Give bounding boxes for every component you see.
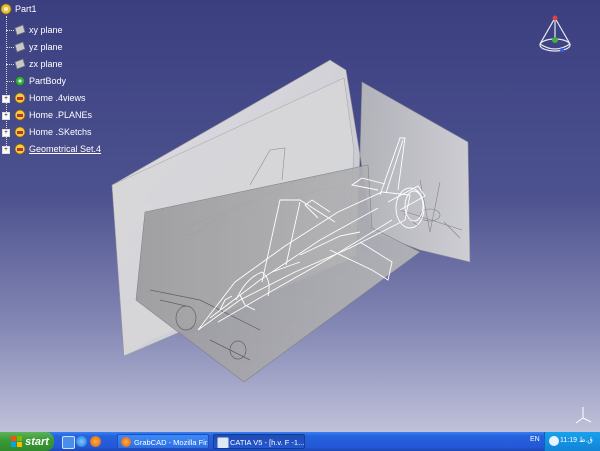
3d-viewport[interactable]: Part1 xy plane yz plane zx plane PartBod… [0,0,600,432]
compass-icon[interactable] [532,14,578,60]
tree-item-label: Geometrical Set.4 [29,144,102,154]
tree-item-home-planes[interactable]: Home .PLANEs [14,108,92,122]
task-label: CATIA V5 - [h.v. F -1.... [230,438,305,447]
tree-item-home-4views[interactable]: Home .4views [14,91,86,105]
tree-item-label: Home .4views [29,93,86,103]
firefox-icon [121,437,131,447]
tree-item-partbody[interactable]: PartBody [14,74,66,88]
tree-item-label: Home .PLANEs [29,110,93,120]
expand-icon[interactable]: + [2,95,10,103]
show-desktop-icon[interactable] [62,436,75,449]
tree-item-xy-plane[interactable]: xy plane [14,23,63,37]
start-button[interactable]: start [0,432,54,451]
plane-icon [14,41,26,53]
geometrical-set-icon [14,143,26,155]
taskbar: start GrabCAD - Mozilla Fir... CATIA V5 … [0,432,600,451]
expand-icon[interactable]: + [2,112,10,120]
expand-icon[interactable]: + [2,146,10,154]
tree-item-label: yz plane [29,42,63,52]
task-label: GrabCAD - Mozilla Fir... [134,438,209,447]
tray-app-icon[interactable] [549,436,559,446]
tree-item-home-sketchs[interactable]: Home .SKetchs [14,125,92,139]
gear-body-icon [15,76,25,86]
geometrical-set-icon [14,92,26,104]
geometrical-set-icon [14,126,26,138]
tree-item-label: PartBody [29,76,67,86]
taskbar-button-firefox[interactable]: GrabCAD - Mozilla Fir... [117,434,209,449]
plane-icon [14,24,26,36]
tree-root-part[interactable]: Part1 [0,2,37,16]
windows-flag-icon [11,436,23,447]
system-tray: 11:19 ق.ظ [544,432,600,451]
tree-root-label: Part1 [15,4,37,14]
plane-icon [14,58,26,70]
geometrical-set-icon [14,109,26,121]
tree-item-label: Home .SKetchs [29,127,92,137]
tree-item-geometrical-set-4[interactable]: Geometrical Set.4 [14,142,101,156]
3d-scene[interactable] [0,0,600,432]
language-indicator[interactable]: EN [530,436,540,443]
catia-icon [217,437,229,448]
internet-explorer-icon[interactable] [76,436,87,447]
taskbar-button-catia[interactable]: CATIA V5 - [h.v. F -1.... [213,434,305,449]
expand-icon[interactable]: + [2,129,10,137]
part-icon [0,3,12,15]
tree-item-label: xy plane [29,25,63,35]
tree-item-label: zx plane [29,59,63,69]
tree-item-zx-plane[interactable]: zx plane [14,57,63,71]
clock[interactable]: 11:19 ق.ظ [560,436,593,444]
axis-triad-icon [575,407,592,424]
start-label: start [25,435,49,448]
firefox-quicklaunch-icon[interactable] [90,436,101,447]
tree-item-yz-plane[interactable]: yz plane [14,40,63,54]
